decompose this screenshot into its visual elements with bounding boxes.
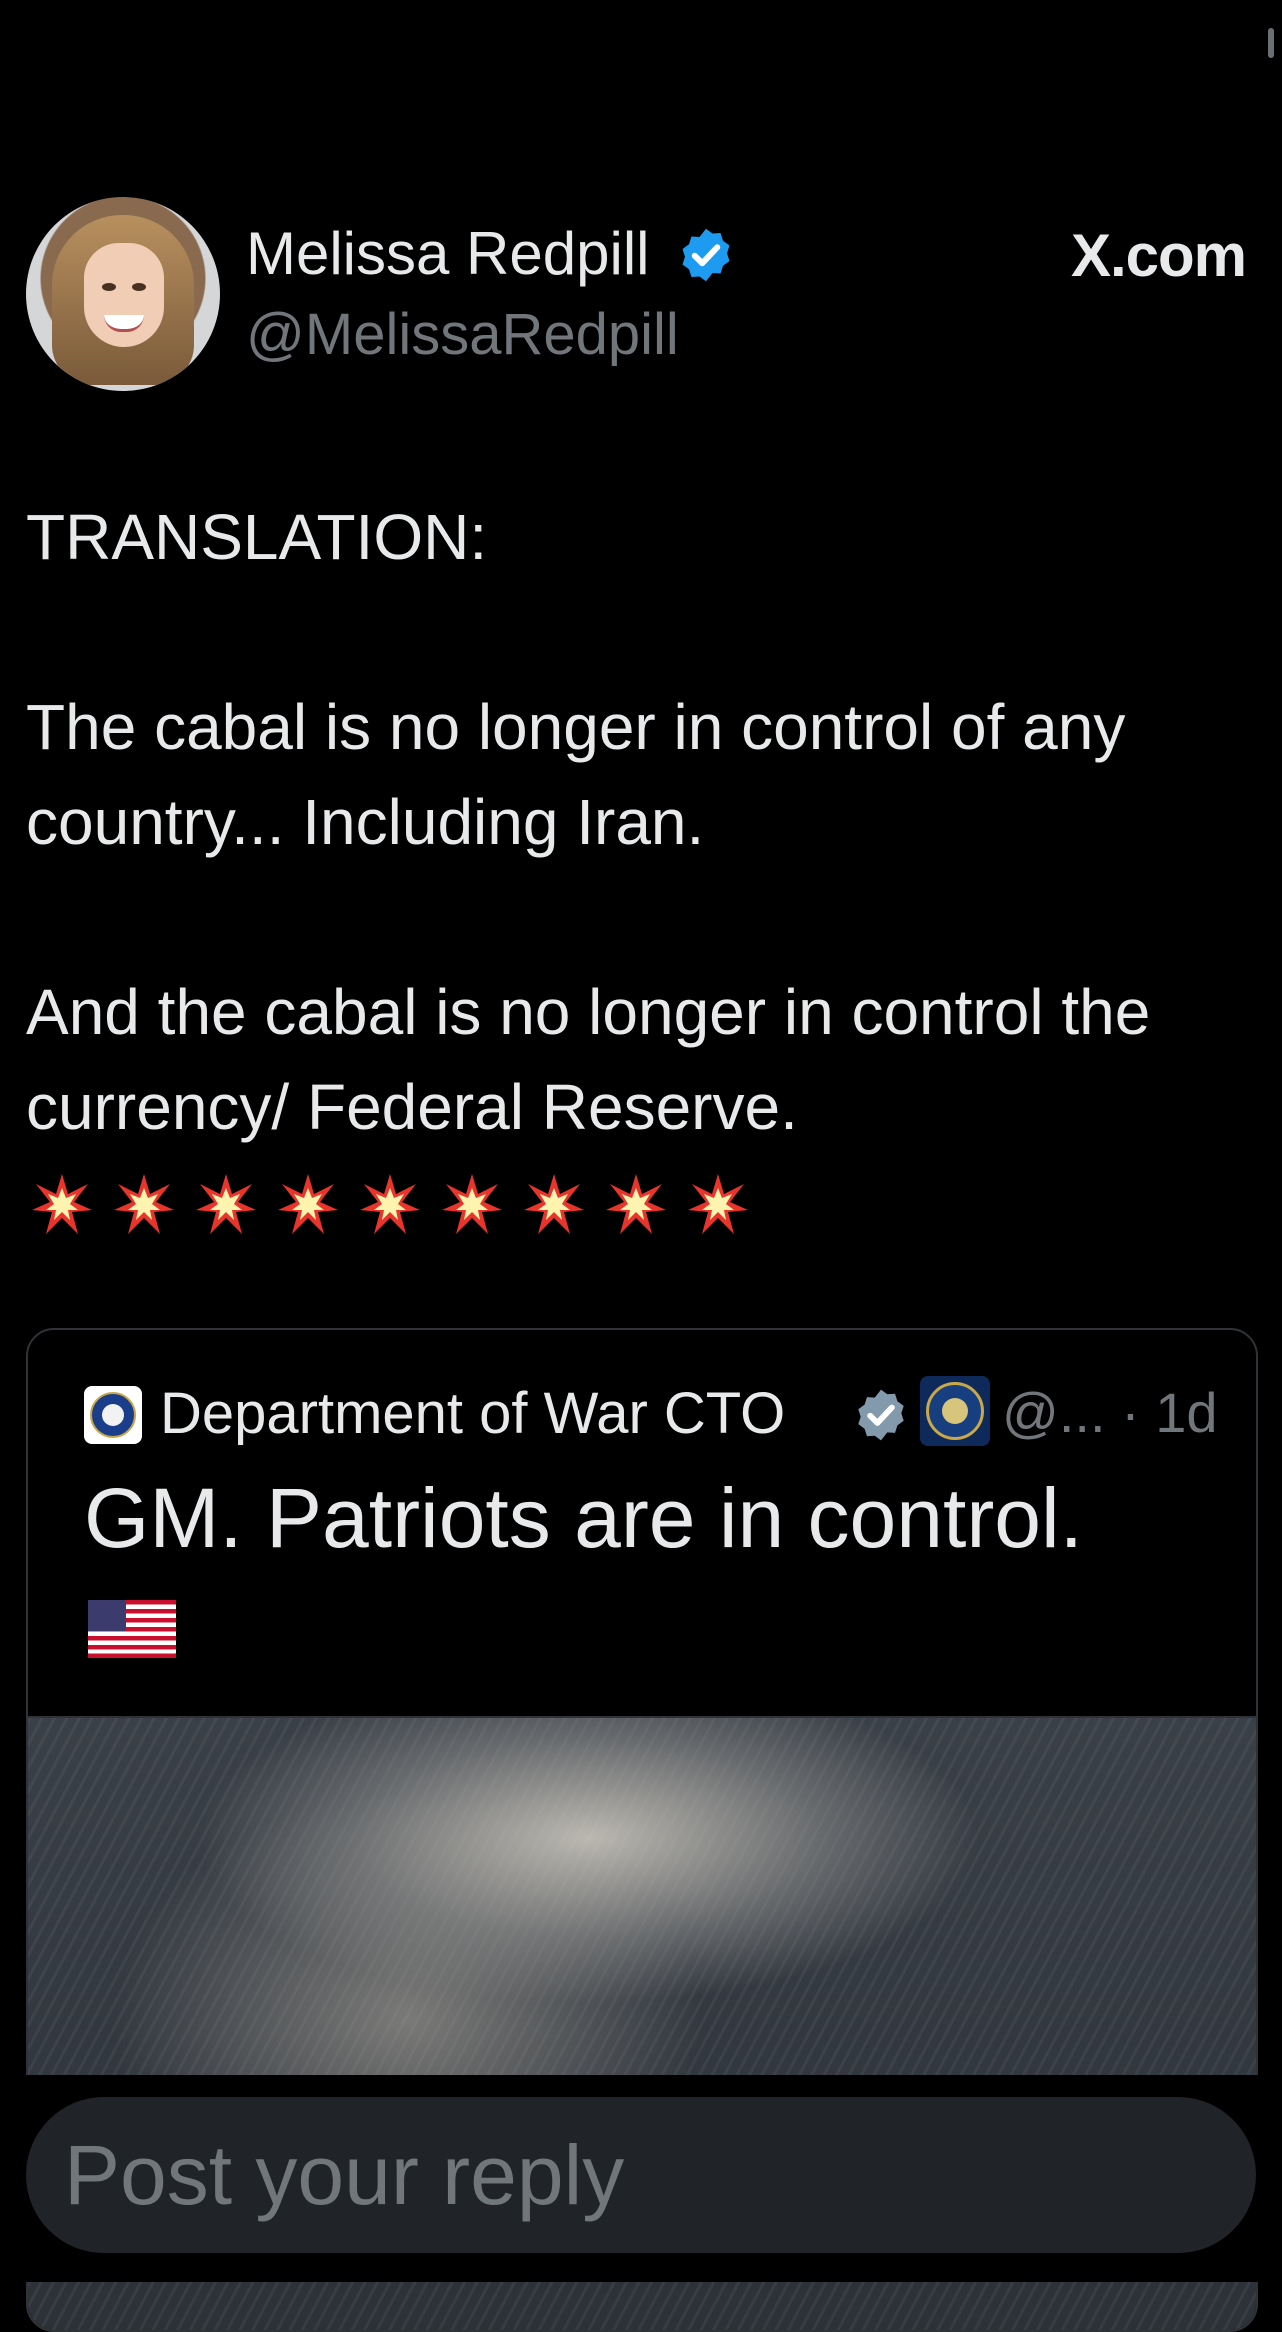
- emoji-row: [30, 1172, 750, 1242]
- quoted-post-header: Department of War CTO @... · 1d: [84, 1376, 1234, 1446]
- collision-emoji-icon: [114, 1174, 174, 1234]
- collision-emoji-icon: [196, 1174, 256, 1234]
- collision-emoji-icon: [278, 1174, 338, 1234]
- avatar-eye-left: [102, 283, 116, 291]
- brand-logo: X.com: [1070, 222, 1247, 289]
- post-header: Melissa Redpill @MelissaRedpill X.com: [26, 197, 1256, 393]
- avatar-eye-right: [132, 283, 146, 291]
- logo-emblem: [102, 1404, 124, 1426]
- reply-input[interactable]: [26, 2097, 1256, 2253]
- collision-emoji-icon: [688, 1174, 748, 1234]
- department-seal-icon: [920, 1376, 990, 1446]
- reply-bar: [0, 2075, 1282, 2282]
- verified-badge-icon: [682, 228, 730, 282]
- author-name[interactable]: Melissa Redpill: [246, 219, 649, 288]
- quoted-post-text: GM. Patriots are in control.: [84, 1471, 1084, 1565]
- collision-emoji-icon: [360, 1174, 420, 1234]
- seal-center: [942, 1398, 968, 1424]
- collision-emoji-icon: [442, 1174, 502, 1234]
- collision-emoji-icon: [606, 1174, 666, 1234]
- department-logo-icon[interactable]: [84, 1386, 142, 1444]
- author-handle[interactable]: @MelissaRedpill: [246, 301, 679, 368]
- scrollbar-thumb[interactable]: [1268, 28, 1274, 58]
- verified-badge-gray-icon: [858, 1389, 904, 1441]
- us-flag-icon: [88, 1600, 176, 1658]
- post-body-text: TRANSLATION: The cabal is no longer in c…: [26, 501, 1151, 1143]
- collision-emoji-icon: [524, 1174, 584, 1234]
- collision-emoji-icon: [32, 1174, 92, 1234]
- author-avatar[interactable]: [26, 197, 220, 391]
- quoted-author-name[interactable]: Department of War CTO: [160, 1380, 785, 1447]
- quoted-handle-time[interactable]: @... · 1d: [1002, 1380, 1218, 1445]
